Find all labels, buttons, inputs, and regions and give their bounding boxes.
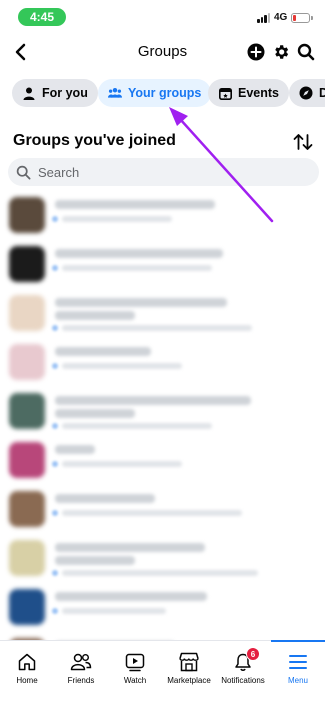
tab-label: For you <box>42 86 88 100</box>
group-name-redacted <box>55 556 135 565</box>
group-list-item[interactable] <box>0 437 325 483</box>
group-list-item[interactable] <box>0 633 325 640</box>
group-thumbnail <box>9 295 45 331</box>
activity-dot <box>52 608 58 614</box>
group-thumbnail <box>9 442 45 478</box>
tab-label: Your groups <box>128 86 202 100</box>
sort-button[interactable] <box>292 132 314 152</box>
group-name-redacted <box>55 445 95 454</box>
marketplace-icon <box>162 651 216 673</box>
group-activity-redacted <box>62 423 212 429</box>
group-list-item[interactable] <box>0 290 325 336</box>
filter-tabs: For you Your groups Events D <box>12 79 325 107</box>
group-name-redacted <box>55 396 251 405</box>
group-activity-redacted <box>62 265 212 271</box>
group-thumbnail <box>9 344 45 380</box>
search-button[interactable] <box>295 41 317 63</box>
group-name-redacted <box>55 543 205 552</box>
status-time: 4:45 <box>18 8 66 26</box>
calendar-icon <box>218 86 232 100</box>
group-list <box>0 192 325 640</box>
tab-for-you[interactable]: For you <box>12 79 98 107</box>
group-list-item[interactable] <box>0 192 325 238</box>
search-bar[interactable] <box>8 158 319 186</box>
group-list-item[interactable] <box>0 535 325 581</box>
network-type: 4G <box>274 12 288 23</box>
friends-icon <box>54 651 108 673</box>
bell-icon <box>216 651 270 673</box>
group-activity-redacted <box>62 216 172 222</box>
search-input[interactable] <box>38 164 298 180</box>
status-bar: 4:45 4G <box>0 0 325 34</box>
settings-button[interactable] <box>270 41 292 63</box>
activity-dot <box>52 363 58 369</box>
activity-dot <box>52 265 58 271</box>
search-icon <box>297 43 315 61</box>
group-name-redacted <box>55 200 215 209</box>
person-icon <box>22 86 36 100</box>
group-name-redacted <box>55 311 135 320</box>
group-name-redacted <box>55 592 207 601</box>
nav-notifications[interactable]: 6 Notifications <box>216 641 270 703</box>
group-name-redacted <box>55 347 151 356</box>
activity-dot <box>52 423 58 429</box>
watch-icon <box>108 651 162 673</box>
nav-watch[interactable]: Watch <box>108 641 162 703</box>
create-group-button[interactable] <box>245 41 267 63</box>
group-name-redacted <box>55 409 135 418</box>
nav-menu[interactable]: Menu <box>271 640 325 703</box>
group-list-item[interactable] <box>0 241 325 287</box>
group-thumbnail <box>9 589 45 625</box>
tab-label: D <box>319 86 325 100</box>
battery-icon <box>291 13 310 23</box>
nav-home[interactable]: Home <box>0 641 54 703</box>
group-thumbnail <box>9 197 45 233</box>
plus-circle-icon <box>247 43 265 61</box>
signal-icon <box>257 13 271 23</box>
sort-icon <box>293 134 313 150</box>
group-thumbnail <box>9 246 45 282</box>
group-thumbnail <box>9 540 45 576</box>
tab-label: Events <box>238 86 279 100</box>
group-list-item[interactable] <box>0 339 325 385</box>
nav-friends[interactable]: Friends <box>54 641 108 703</box>
group-thumbnail <box>9 393 45 429</box>
activity-dot <box>52 461 58 467</box>
activity-dot <box>52 216 58 222</box>
gear-icon <box>275 45 289 59</box>
section-title: Groups you've joined <box>13 132 176 149</box>
header: Groups <box>0 36 325 68</box>
group-name-redacted <box>55 298 227 307</box>
group-activity-redacted <box>62 363 182 369</box>
activity-dot <box>52 510 58 516</box>
group-list-item[interactable] <box>0 584 325 630</box>
search-icon <box>16 164 32 180</box>
group-list-item[interactable] <box>0 486 325 532</box>
group-list-item[interactable] <box>0 388 325 434</box>
group-name-redacted <box>55 249 223 258</box>
group-activity-redacted <box>62 570 258 576</box>
tab-your-groups[interactable]: Your groups <box>98 79 212 107</box>
notification-badge: 6 <box>246 647 260 661</box>
home-icon <box>0 651 54 673</box>
tab-events[interactable]: Events <box>208 79 289 107</box>
tab-discover[interactable]: D <box>289 79 325 107</box>
group-activity-redacted <box>62 461 182 467</box>
bottom-nav: Home Friends Watch Marketplace 6 Notific… <box>0 640 325 703</box>
menu-icon <box>271 651 325 673</box>
activity-dot <box>52 325 58 331</box>
group-activity-redacted <box>62 510 242 516</box>
activity-dot <box>52 570 58 576</box>
compass-icon <box>299 86 313 100</box>
group-activity-redacted <box>62 608 166 614</box>
nav-marketplace[interactable]: Marketplace <box>162 641 216 703</box>
group-activity-redacted <box>62 325 252 331</box>
battery-tip <box>311 16 313 20</box>
group-thumbnail <box>9 491 45 527</box>
people-icon <box>108 86 122 100</box>
nav-label: Menu <box>287 676 308 685</box>
group-name-redacted <box>55 494 155 503</box>
